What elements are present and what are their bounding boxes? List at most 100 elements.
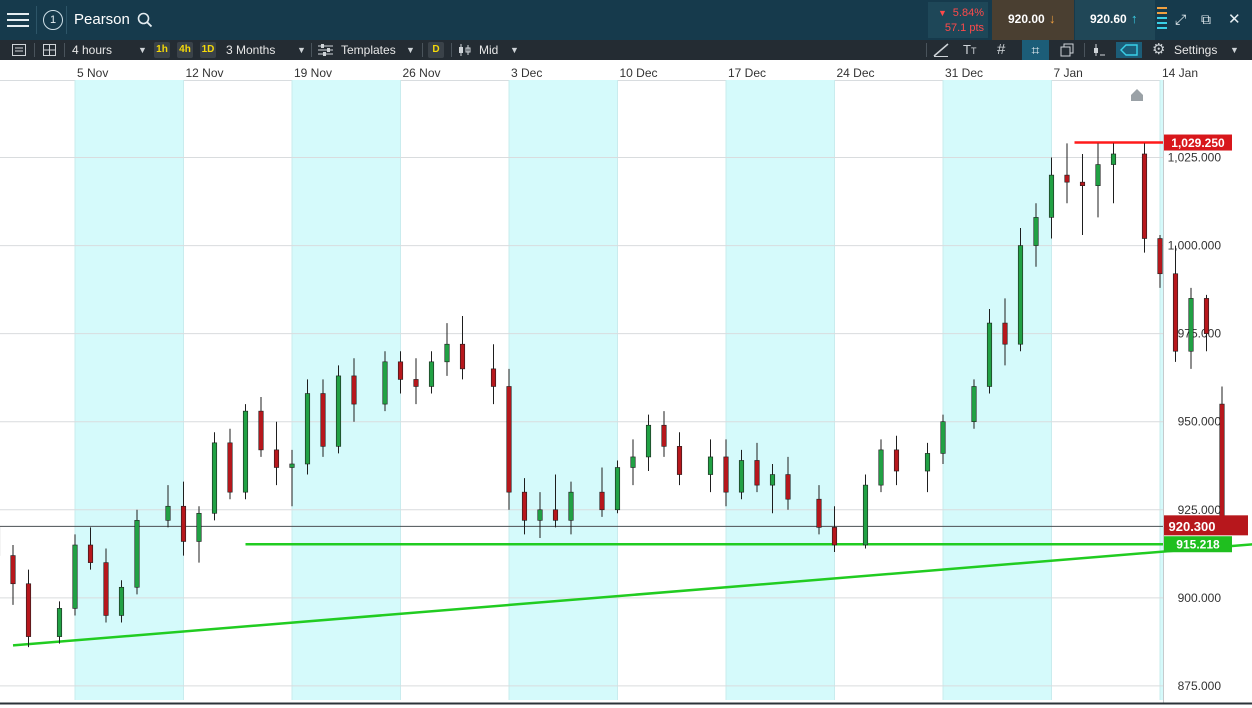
candle[interactable] xyxy=(614,460,621,514)
candle-body xyxy=(304,393,311,465)
price-chart[interactable]: 5 Nov 12 Nov 19 Nov 26 Nov 3 Dec 10 Dec 17 Dec… xyxy=(0,60,1252,708)
week-band xyxy=(943,80,1052,700)
interval-4h-button[interactable]: 4h xyxy=(177,42,193,58)
popout-icon[interactable]: ⧉ xyxy=(1201,11,1211,28)
sell-price-button[interactable]: 920.00 ↓ xyxy=(992,0,1074,40)
interval-select[interactable]: 4 hours xyxy=(72,40,112,60)
candle[interactable] xyxy=(196,506,202,563)
week-band xyxy=(726,80,835,700)
candle[interactable] xyxy=(1219,386,1225,528)
candle[interactable] xyxy=(893,435,900,486)
candle[interactable] xyxy=(258,397,264,457)
candle[interactable] xyxy=(676,432,683,486)
candle[interactable] xyxy=(459,316,466,380)
x-tick-label: 5 Nov xyxy=(77,66,108,80)
settings-caret-icon[interactable]: ▼ xyxy=(1230,40,1239,60)
candle[interactable] xyxy=(1172,245,1179,362)
candle-body xyxy=(1002,322,1008,345)
indicator-icon[interactable] xyxy=(1092,43,1106,57)
templates-button[interactable]: Templates xyxy=(341,40,396,60)
y-tick-label: 925.000 xyxy=(1178,503,1222,517)
candle[interactable] xyxy=(56,601,63,644)
templates-icon[interactable] xyxy=(318,44,333,56)
candle[interactable] xyxy=(428,351,435,394)
layout-icon[interactable] xyxy=(43,44,56,56)
candle[interactable] xyxy=(413,358,419,405)
price-type-select[interactable]: Mid xyxy=(479,40,498,60)
close-icon[interactable]: ✕ xyxy=(1228,10,1241,28)
candle[interactable] xyxy=(1095,143,1101,218)
candle[interactable] xyxy=(304,379,311,475)
copy-icon[interactable] xyxy=(1060,43,1074,57)
d-button[interactable]: D xyxy=(428,42,444,58)
candle[interactable] xyxy=(707,439,714,493)
candle[interactable] xyxy=(242,404,249,500)
candle[interactable] xyxy=(878,439,884,493)
candle[interactable] xyxy=(661,411,667,457)
candle[interactable] xyxy=(211,432,218,521)
range-caret-icon[interactable]: ▼ xyxy=(297,40,306,60)
interval-1d-button[interactable]: 1D xyxy=(200,42,216,58)
tag-icon[interactable] xyxy=(1116,42,1142,58)
range-select[interactable]: 3 Months xyxy=(226,40,275,60)
search-icon[interactable] xyxy=(137,12,153,28)
candle[interactable] xyxy=(134,509,140,595)
candle-body xyxy=(397,361,404,380)
candle-body xyxy=(1157,238,1163,275)
x-tick-label: 14 Jan xyxy=(1162,66,1198,80)
candle[interactable] xyxy=(10,545,16,605)
interval-caret-icon[interactable]: ▼ xyxy=(138,40,147,60)
candle[interactable] xyxy=(506,368,512,510)
candle-body xyxy=(382,361,388,405)
settings-gear-icon[interactable]: ⚙ xyxy=(1152,40,1165,60)
candle-body xyxy=(1141,153,1148,239)
candle-body xyxy=(878,449,884,486)
instrument-name[interactable]: Pearson xyxy=(74,10,130,30)
resistance-label: 1,029.250 xyxy=(1171,136,1225,150)
depth-icon[interactable] xyxy=(1157,6,1167,34)
y-tick-label: 1,025.000 xyxy=(1168,151,1222,165)
change-percent: 5.84% xyxy=(952,7,984,19)
buy-price-button[interactable]: 920.60 ↑ xyxy=(1075,0,1155,40)
list-icon[interactable] xyxy=(12,44,26,56)
candle[interactable] xyxy=(1141,143,1148,253)
candle[interactable] xyxy=(630,439,636,486)
candle[interactable] xyxy=(273,421,280,486)
price-type-caret-icon[interactable]: ▼ xyxy=(510,40,519,60)
y-tick-label: 875.000 xyxy=(1178,679,1222,693)
chart-area[interactable]: 5 Nov 12 Nov 19 Nov 26 Nov 3 Dec 10 Dec 17 Dec… xyxy=(0,60,1252,708)
candle-body xyxy=(1110,153,1117,165)
candle[interactable] xyxy=(1079,153,1086,235)
alerts-badge[interactable]: 1 xyxy=(43,10,63,30)
crosshair-icon[interactable]: ⌗ xyxy=(1022,40,1049,60)
candle[interactable] xyxy=(924,442,931,493)
menu-icon[interactable] xyxy=(7,11,29,29)
candle[interactable] xyxy=(72,534,78,616)
candle[interactable] xyxy=(25,569,32,648)
candle[interactable] xyxy=(1110,143,1117,204)
candle[interactable] xyxy=(1188,287,1194,369)
candle[interactable] xyxy=(335,365,342,454)
candle-type-icon[interactable] xyxy=(458,43,472,57)
x-tick-label: 24 Dec xyxy=(837,66,875,80)
home-marker-icon[interactable] xyxy=(1131,89,1143,101)
candle[interactable] xyxy=(444,323,450,376)
x-tick-label: 10 Dec xyxy=(620,66,658,80)
text-tool-icon[interactable]: TT xyxy=(963,40,976,60)
candle[interactable] xyxy=(1064,143,1070,204)
templates-caret-icon[interactable]: ▼ xyxy=(406,40,415,60)
candle[interactable] xyxy=(1017,227,1024,352)
candle[interactable] xyxy=(971,379,977,429)
grid-icon[interactable]: # xyxy=(997,40,1005,60)
settings-button[interactable]: Settings xyxy=(1174,40,1217,60)
candle[interactable] xyxy=(862,474,869,549)
candle[interactable] xyxy=(645,414,652,472)
candle[interactable] xyxy=(227,428,233,500)
candle-body xyxy=(723,456,729,493)
interval-1h-button[interactable]: 1h xyxy=(154,42,170,58)
candle[interactable] xyxy=(1203,294,1210,352)
expand-icon[interactable]: ⤢ xyxy=(1175,11,1186,28)
draw-line-icon[interactable] xyxy=(933,43,949,57)
candle-body xyxy=(971,386,977,423)
candle[interactable] xyxy=(490,344,497,405)
